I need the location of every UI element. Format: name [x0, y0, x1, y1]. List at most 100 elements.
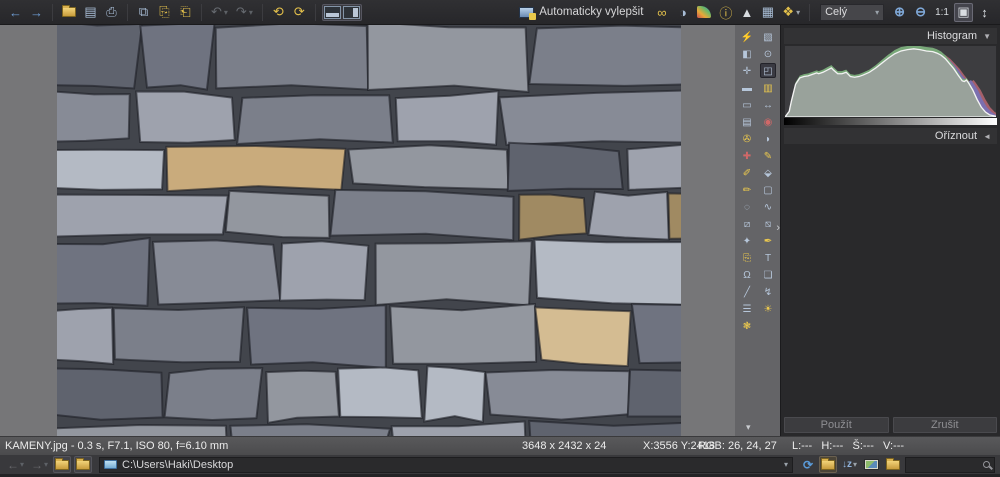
- histogram-expand-icon: ▼: [983, 32, 991, 41]
- paste-icon[interactable]: ⎘: [155, 3, 174, 22]
- navigation-bar: ←▾ →▾ C:\Users\Haki\Desktop ▾ ⟳ ↓z▾: [0, 455, 1000, 477]
- redo-icon[interactable]: ↷▾: [233, 3, 256, 22]
- zoom-out-icon[interactable]: ⊖: [911, 3, 930, 22]
- frame-tool-icon[interactable]: ▤: [739, 114, 755, 129]
- zoom-in-icon[interactable]: ⊕: [890, 3, 909, 22]
- tool-strip-grid: ⚡ ▧ ◧ ⊙ ✛ ◰ ▬ ▥ ▭ ↔ ▤ ◉ ✇ ◗ ✚ ✎ ✐ ⬙ ✏ ▢ ◌ ∿ ⧄ ⧅ ✦ ✒ ⎘ TΩ ❏ ╱ ↯ ☰ ☀ ❃: [735, 29, 780, 333]
- brush-tool-icon[interactable]: ✐: [739, 165, 755, 180]
- pencil-tool-icon[interactable]: ✏: [739, 182, 755, 197]
- address-bar[interactable]: C:\Users\Haki\Desktop ▾: [99, 457, 793, 473]
- batch-glyph: ❖: [782, 4, 794, 20]
- sun-effect-tool-icon[interactable]: ☀: [760, 301, 776, 316]
- save-icon[interactable]: ▤: [81, 3, 100, 22]
- separator: [315, 4, 316, 21]
- rect-select-tool-icon[interactable]: ▢: [760, 182, 776, 197]
- nav-back-icon[interactable]: ←▾: [5, 456, 26, 473]
- crop-tool-icon[interactable]: ◰: [760, 63, 776, 78]
- image-size: 3648 x 2432 x 24: [522, 440, 606, 452]
- separator: [52, 4, 53, 21]
- browse-folder-icon[interactable]: [74, 456, 92, 473]
- auto-enhance-button[interactable]: Automaticky vylepšit: [516, 3, 650, 22]
- shapes-tool-icon[interactable]: ❏: [760, 267, 776, 282]
- view-split-icon[interactable]: [343, 6, 360, 19]
- photo-editor-window: ← → ▤ ⎙ ⧉ ⎘ ⎗ ↶▾ ↷▾ ⟲ ⟳ Automaticky vyle…: [0, 0, 1000, 477]
- healing-brush-tool-icon[interactable]: ✎: [760, 148, 776, 163]
- zoom-level-select[interactable]: Celý ▾: [820, 4, 884, 21]
- horizon-tool-icon[interactable]: ▬: [739, 80, 755, 95]
- sort-icon[interactable]: ↓z▾: [840, 456, 859, 473]
- text-tool-icon[interactable]: T: [760, 250, 776, 265]
- undo-icon[interactable]: ↶▾: [208, 3, 231, 22]
- favorites-folder-glyph: [821, 460, 835, 470]
- polygon-select-tool-icon[interactable]: ✒: [760, 233, 776, 248]
- levels-icon[interactable]: ◧: [739, 46, 755, 61]
- line-tool-icon[interactable]: ╱: [739, 284, 755, 299]
- zoom-tool-icon[interactable]: ⊙: [760, 46, 776, 61]
- rotate-left-icon[interactable]: ⟲: [269, 3, 288, 22]
- fit-height-icon[interactable]: ↕: [975, 3, 994, 22]
- zoom-actual-size-button[interactable]: 1:1: [932, 3, 952, 22]
- address-text: C:\Users\Haki\Desktop: [122, 459, 233, 471]
- panel-buttons: Použít Zrušit: [784, 417, 997, 433]
- nav-forward-dropdown-icon: ▾: [44, 460, 48, 469]
- forward-icon[interactable]: →: [27, 3, 46, 22]
- canvas-tool-icon[interactable]: ▭: [739, 97, 755, 112]
- photo-canvas[interactable]: [57, 25, 681, 436]
- red-eye-tool-icon[interactable]: ◉: [760, 114, 776, 129]
- search-input[interactable]: [910, 459, 978, 471]
- clone-stamp-tool-icon[interactable]: ✇: [739, 131, 755, 146]
- crop-header[interactable]: Oříznout ◄: [784, 128, 997, 144]
- histogram-header-label: Histogram: [927, 30, 977, 42]
- address-dropdown-icon[interactable]: ▾: [784, 460, 788, 469]
- select-add-tool-icon[interactable]: ⧄: [739, 216, 755, 231]
- flash-effect-tool-icon[interactable]: ↯: [760, 284, 776, 299]
- file-info: KAMENY.jpg - 0.3 s, F7.1, ISO 80, f=6.10…: [5, 440, 228, 452]
- swirl-tool-icon[interactable]: ❃: [739, 318, 755, 333]
- symbol-tool-icon[interactable]: Ω: [739, 267, 755, 282]
- edit-document-icon[interactable]: ▥: [760, 80, 776, 95]
- lasso-tool-icon[interactable]: ∿: [760, 199, 776, 214]
- lamp-info-icon[interactable]: ⓘ: [716, 3, 735, 22]
- favorites-folder-icon[interactable]: [819, 456, 837, 473]
- view-filmstrip-icon[interactable]: [324, 6, 341, 19]
- image-viewer[interactable]: [0, 25, 735, 436]
- fit-to-screen-icon[interactable]: ▣: [954, 3, 973, 22]
- magic-wand-tool-icon[interactable]: ✦: [739, 233, 755, 248]
- binoculars-icon[interactable]: ∞: [652, 3, 671, 22]
- grid-tool-icon[interactable]: ☰: [739, 301, 755, 316]
- select-subtract-tool-icon[interactable]: ⧅: [760, 216, 776, 231]
- batch-operations-icon[interactable]: ❖▾: [779, 3, 803, 22]
- back-icon[interactable]: ←: [6, 3, 25, 22]
- quick-edits-icon[interactable]: ▧: [760, 29, 776, 44]
- fill-tool-icon[interactable]: ⬙: [760, 165, 776, 180]
- thumbnail-view-icon[interactable]: [862, 456, 881, 473]
- refresh-icon[interactable]: ⟳: [800, 456, 816, 473]
- resize-tool-icon[interactable]: ↔: [760, 97, 776, 112]
- ellipse-select-tool-icon[interactable]: ◌: [739, 199, 755, 214]
- gradient-map-icon[interactable]: [694, 3, 714, 22]
- copy-icon[interactable]: ⧉: [134, 3, 153, 22]
- separator: [127, 4, 128, 21]
- smoothing-tool-icon[interactable]: ◗: [760, 131, 776, 146]
- nav-forward-icon[interactable]: →▾: [29, 456, 50, 473]
- retouch-tool-icon[interactable]: ✚: [739, 148, 755, 163]
- histogram-toggle-icon[interactable]: ▲: [737, 3, 756, 22]
- paste-object-tool-icon[interactable]: ⎘: [739, 250, 755, 265]
- paste-special-icon[interactable]: ⎗: [176, 3, 195, 22]
- tool-strip-overflow-icon[interactable]: ▾: [746, 422, 751, 433]
- selection-info: L:--- H:--- Š:--- V:---: [792, 440, 904, 452]
- new-folder-icon[interactable]: [884, 456, 902, 473]
- apply-button[interactable]: Použít: [784, 417, 889, 433]
- folder-up-icon[interactable]: [53, 456, 71, 473]
- histogram-header[interactable]: Histogram ▼: [784, 28, 997, 44]
- print-icon[interactable]: ⎙: [102, 3, 121, 22]
- histogram-luminance: [785, 49, 996, 117]
- search-box[interactable]: [905, 457, 995, 473]
- levels-dialog-icon[interactable]: ▦: [758, 3, 777, 22]
- quick-fix-icon[interactable]: ◑: [673, 3, 692, 22]
- cancel-button[interactable]: Zrušit: [893, 417, 998, 433]
- rotate-right-icon[interactable]: ⟳: [290, 3, 309, 22]
- open-folder-icon[interactable]: [59, 3, 79, 22]
- quick-enhance-icon[interactable]: ⚡: [739, 29, 755, 44]
- pan-tool-icon[interactable]: ✛: [739, 63, 755, 78]
